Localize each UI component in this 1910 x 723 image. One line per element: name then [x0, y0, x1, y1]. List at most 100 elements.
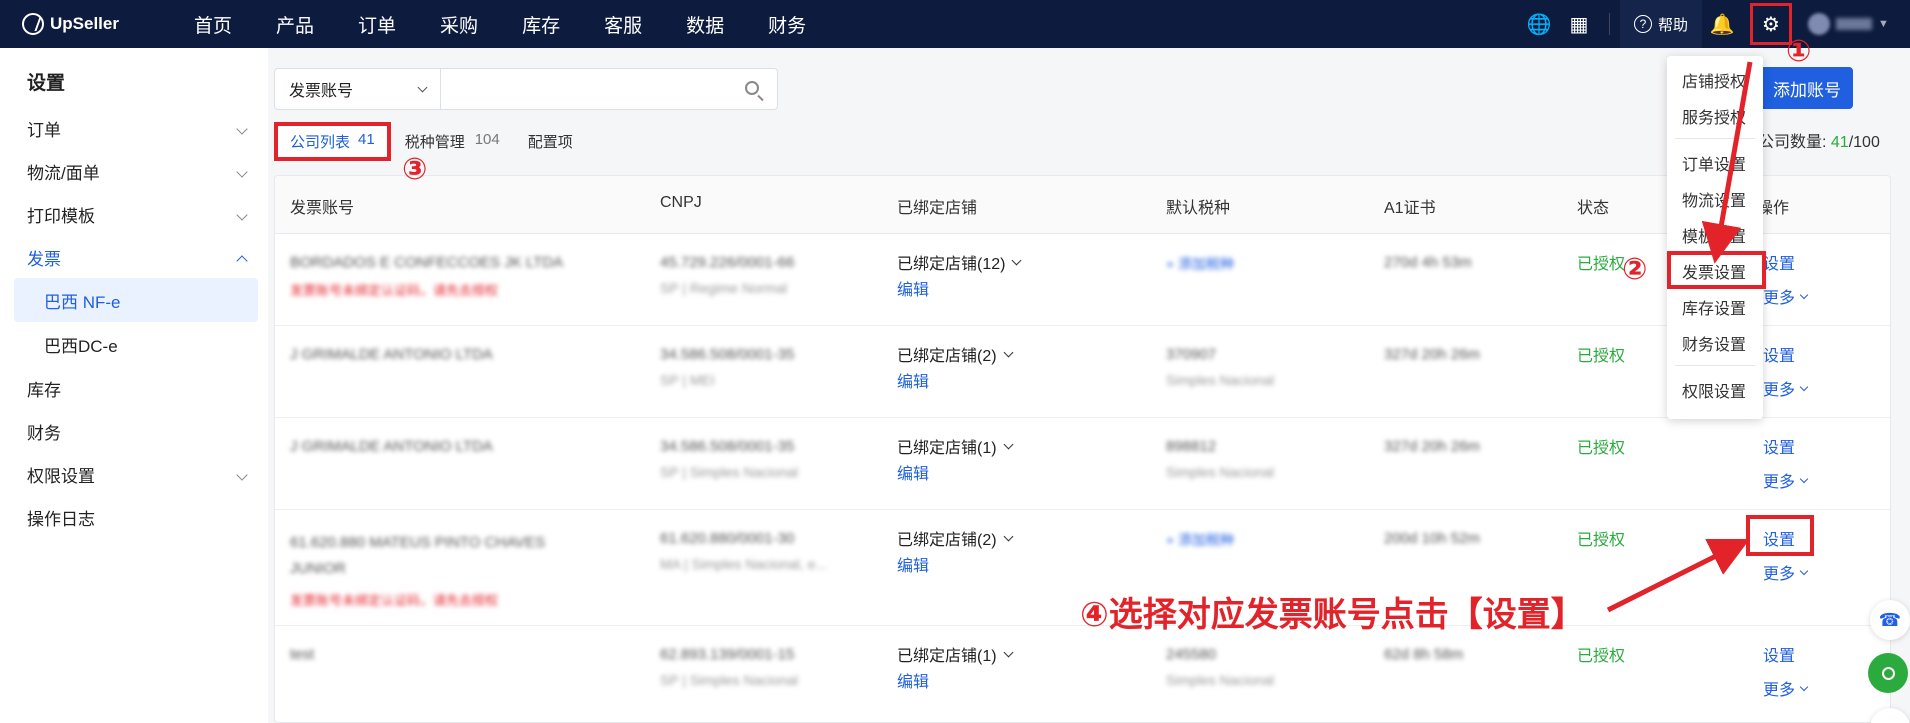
nav-customer-service[interactable]: 客服 — [604, 11, 642, 38]
sidebar-item-inventory[interactable]: 库存 — [27, 376, 252, 401]
settings-link[interactable]: 设置 — [1763, 642, 1795, 666]
cnpj: 61.620.880/0001-30 — [660, 530, 795, 547]
search-bar: 发票账号 — [274, 68, 778, 110]
menu-item-service-auth[interactable]: 服务授权 — [1682, 104, 1746, 128]
more-label: 更多 — [1763, 290, 1796, 307]
sidebar-item-orders[interactable]: 订单 — [27, 116, 252, 141]
bound-stores-dropdown[interactable]: 已绑定店铺(1) — [897, 642, 1014, 666]
account-warning: 发票账号未绑定认证码，请先去授权 — [290, 283, 499, 298]
bound-stores-dropdown[interactable]: 已绑定店铺(2) — [897, 526, 1014, 550]
company-count-total: /100 — [1848, 134, 1880, 151]
main-nav: 首页 产品 订单 采购 库存 客服 数据 财务 — [194, 11, 850, 38]
bound-stores-label: 已绑定店铺(1) — [897, 440, 997, 457]
search-field-select[interactable]: 发票账号 — [275, 69, 441, 109]
th-status: 状态 — [1577, 200, 1610, 217]
tax-regime: MA | Simples Nacional, e... — [660, 556, 828, 572]
tab-count: 104 — [474, 131, 500, 148]
settings-link[interactable]: 设置 — [1763, 342, 1795, 366]
globe-icon[interactable]: 🌐 — [1519, 0, 1559, 48]
menu-item-permission-settings[interactable]: 权限设置 — [1682, 378, 1746, 402]
edit-link[interactable]: 编辑 — [897, 552, 929, 576]
sidebar-item-label: 库存 — [27, 381, 61, 400]
tab-company-list[interactable]: 公司列表 41 — [274, 122, 391, 161]
tab-label: 公司列表 — [290, 134, 351, 151]
nav-products[interactable]: 产品 — [276, 11, 314, 38]
edit-link[interactable]: 编辑 — [897, 668, 929, 692]
account-name: 61.620.880 MATEUS PINTO CHAVES JUNIOR — [290, 534, 546, 577]
menu-item-store-auth[interactable]: 店铺授权 — [1682, 68, 1746, 92]
nav-finance[interactable]: 财务 — [768, 11, 806, 38]
th-default-tax: 默认税种 — [1166, 200, 1231, 217]
default-tax-regime: Simples Nacional — [1166, 464, 1275, 480]
menu-item-template-settings[interactable]: 模板设置 — [1682, 223, 1746, 247]
nav-inventory[interactable]: 库存 — [522, 11, 560, 38]
more-dropdown[interactable]: 更多 — [1763, 468, 1809, 492]
edit-link[interactable]: 编辑 — [897, 368, 929, 392]
status-badge: 已授权 — [1577, 648, 1626, 665]
cert-expiry: 327d 20h 26m — [1384, 438, 1480, 455]
sidebar-item-brazil-nfe[interactable]: 巴西 NF-e — [14, 278, 258, 322]
tab-label: 配置项 — [527, 134, 573, 151]
nav-purchase[interactable]: 采购 — [440, 11, 478, 38]
menu-item-order-settings[interactable]: 订单设置 — [1682, 151, 1746, 175]
sidebar-item-finance[interactable]: 财务 — [27, 419, 252, 444]
cnpj: 34.586.508/0001-35 — [660, 346, 795, 363]
cert-expiry: 270d 4h 53m — [1384, 254, 1472, 271]
brand-logo[interactable]: UpSeller — [22, 13, 152, 35]
chevron-down-icon: ▼ — [1878, 18, 1889, 30]
add-tax-link[interactable]: + 添加税种 — [1166, 254, 1234, 274]
more-dropdown[interactable]: 更多 — [1763, 284, 1809, 308]
headset-icon[interactable]: ☎ — [1870, 600, 1910, 640]
float-search-icon[interactable] — [1868, 653, 1908, 693]
search-field-value: 发票账号 — [289, 83, 354, 100]
settings-sidebar: 设置 订单 物流/面单 打印模板 发票 巴西 NF-e 巴西DC-e 库存 财务… — [0, 48, 268, 723]
top-nav: UpSeller 首页 产品 订单 采购 库存 客服 数据 财务 🌐 ▦ ? 帮… — [0, 0, 1910, 48]
nav-home[interactable]: 首页 — [194, 11, 232, 38]
menu-divider — [1675, 365, 1755, 366]
add-account-button[interactable]: 添加账号 — [1757, 67, 1853, 109]
sidebar-item-print-template[interactable]: 打印模板 — [27, 202, 252, 227]
chevron-down-icon — [1003, 439, 1014, 449]
tab-tax-management[interactable]: 税种管理 104 — [405, 131, 500, 152]
nav-data[interactable]: 数据 — [686, 11, 724, 38]
status-badge: 已授权 — [1577, 532, 1626, 549]
edit-link[interactable]: 编辑 — [897, 276, 929, 300]
sidebar-item-permissions[interactable]: 权限设置 — [27, 462, 252, 487]
more-dropdown[interactable]: 更多 — [1763, 376, 1809, 400]
more-dropdown[interactable]: 更多 — [1763, 676, 1809, 700]
tab-config[interactable]: 配置项 — [528, 131, 573, 152]
bound-stores-dropdown[interactable]: 已绑定店铺(1) — [897, 434, 1014, 458]
sidebar-item-brazil-dce[interactable]: 巴西DC-e — [14, 322, 258, 366]
top-right-toolbar: 🌐 ▦ ? 帮助 🔔 ⚙ ▼ — [1519, 0, 1910, 48]
chevron-down-icon — [1799, 474, 1809, 483]
apps-grid-icon[interactable]: ▦ — [1559, 0, 1599, 48]
bound-stores-dropdown[interactable]: 已绑定店铺(12) — [897, 250, 1022, 274]
more-dropdown[interactable]: 更多 — [1763, 560, 1809, 584]
sidebar-item-invoice[interactable]: 发票 — [27, 245, 252, 270]
chevron-down-icon — [1799, 566, 1809, 575]
default-tax-regime: Simples Nacional — [1166, 672, 1275, 688]
tax-regime: SP | MEI — [660, 372, 715, 388]
settings-link[interactable]: 设置 — [1763, 434, 1795, 458]
search-input[interactable] — [441, 69, 737, 109]
bound-stores-dropdown[interactable]: 已绑定店铺(2) — [897, 342, 1014, 366]
edit-link[interactable]: 编辑 — [897, 460, 929, 484]
settings-link[interactable]: 设置 — [1763, 250, 1795, 274]
nav-orders[interactable]: 订单 — [358, 11, 396, 38]
sidebar-item-label: 发票 — [27, 250, 61, 269]
sidebar-item-logistics[interactable]: 物流/面单 — [27, 159, 252, 184]
help-button[interactable]: ? 帮助 — [1619, 0, 1702, 48]
menu-item-logistics-settings[interactable]: 物流设置 — [1682, 187, 1746, 211]
upseller-logo-icon — [22, 13, 44, 35]
sidebar-item-operation-log[interactable]: 操作日志 — [27, 505, 252, 530]
user-menu[interactable]: ▼ — [1800, 13, 1910, 35]
bound-stores-label: 已绑定店铺(1) — [897, 648, 997, 665]
chevron-down-icon — [1012, 255, 1022, 265]
menu-item-inventory-settings[interactable]: 库存设置 — [1682, 295, 1746, 319]
search-icon[interactable] — [737, 69, 777, 109]
bell-icon[interactable]: 🔔 — [1702, 0, 1742, 48]
chevron-down-icon — [236, 468, 248, 481]
chevron-down-icon — [1003, 531, 1014, 541]
add-tax-link[interactable]: + 添加税种 — [1166, 530, 1234, 550]
menu-item-finance-settings[interactable]: 财务设置 — [1682, 331, 1746, 355]
